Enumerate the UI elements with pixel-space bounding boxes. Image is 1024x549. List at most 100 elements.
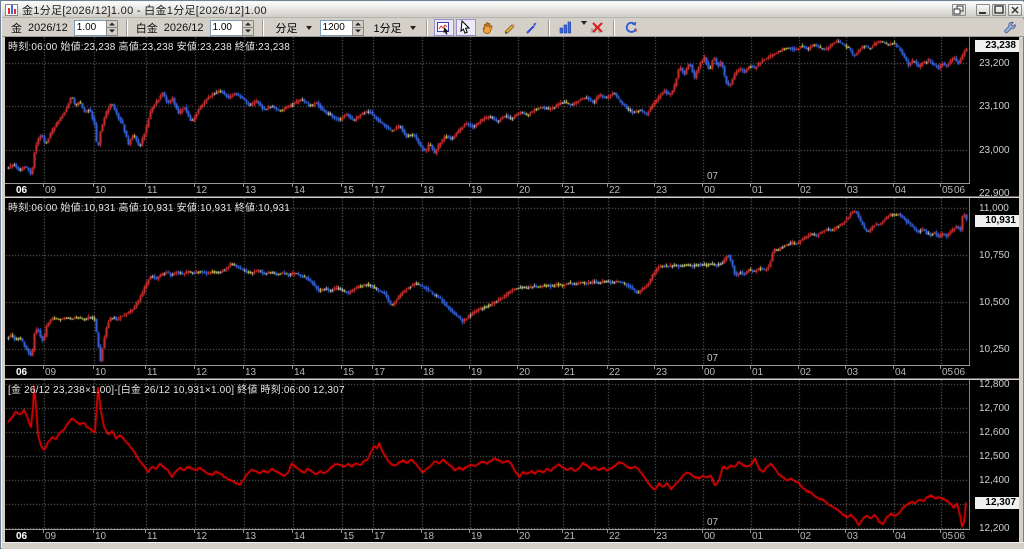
time-tick	[893, 366, 894, 369]
bar-style-button[interactable]	[556, 19, 576, 36]
time-tick	[341, 366, 342, 369]
title-bar[interactable]: 金1分足[2026/12]1.00 - 白金1分足[2026/12]1.00	[2, 2, 1024, 18]
time-tick-label: 14	[294, 367, 305, 378]
time-tick	[292, 184, 293, 187]
price-tick-label: 11,000	[979, 203, 1009, 214]
time-tick-label: 10	[95, 367, 106, 378]
time-tick-label: 01	[752, 531, 763, 542]
time-tick-label: 21	[564, 531, 575, 542]
maximize-button[interactable]	[992, 4, 1006, 16]
time-tick-label: 11	[147, 367, 157, 378]
price-tick-label: 10,250	[979, 344, 1010, 355]
window-bottom-edge[interactable]	[2, 542, 1024, 549]
time-tick	[702, 530, 703, 533]
time-tick	[798, 530, 799, 533]
instrument2-multiplier-spinbox	[210, 20, 254, 36]
time-tick-label: 09	[45, 531, 56, 542]
time-tick-label: 06	[16, 531, 27, 542]
time-tick	[845, 366, 846, 369]
spin-down-button[interactable]	[106, 27, 118, 36]
time-tick-label: 19	[471, 531, 482, 542]
time-tick-label: 00	[704, 185, 715, 196]
pan-tool-button[interactable]	[478, 19, 498, 36]
instrument2-multiplier-input[interactable]	[210, 20, 242, 36]
time-tick	[517, 366, 518, 369]
time-tick-label: 20	[519, 531, 530, 542]
time-tick-label: 06	[16, 367, 27, 378]
app-icon	[5, 4, 18, 16]
time-tick	[469, 184, 470, 187]
time-tick	[43, 530, 44, 533]
platinum-1min-chart-canvas[interactable]	[6, 198, 969, 365]
time-tick	[194, 366, 195, 369]
time-tick-label: 00	[704, 531, 715, 542]
time-tick-label: 04	[895, 531, 906, 542]
time-tick	[517, 184, 518, 187]
bar-count-input[interactable]	[320, 20, 352, 36]
time-tick	[654, 366, 655, 369]
time-tick	[469, 366, 470, 369]
crosshair-mode-button[interactable]	[434, 19, 454, 36]
gold-1min-price-axis: 23,20023,10023,00022,90023,238	[971, 37, 1019, 198]
date-change-label: 07	[707, 171, 718, 182]
time-tick-label: 23	[656, 367, 667, 378]
time-tick	[43, 184, 44, 187]
time-tick	[372, 184, 373, 187]
price-tick-label: 12,400	[979, 475, 1010, 486]
spread-gold-platinum-chart-canvas[interactable]	[6, 380, 969, 529]
toolbar-separator	[262, 20, 264, 36]
time-tick	[607, 530, 608, 533]
toolbar-separator	[126, 20, 128, 36]
restore-window-button[interactable]	[952, 4, 966, 16]
time-tick	[893, 530, 894, 533]
time-tick-label: 15	[343, 367, 354, 378]
spin-down-button[interactable]	[352, 27, 364, 36]
price-tick-label: 23,000	[979, 145, 1010, 156]
hand-icon	[480, 20, 495, 35]
brush-tool-button[interactable]	[522, 19, 542, 36]
close-button[interactable]	[1008, 4, 1022, 16]
time-tick	[607, 366, 608, 369]
instrument1-multiplier-input[interactable]	[74, 20, 106, 36]
time-tick-label: 14	[294, 185, 305, 196]
time-tick	[372, 530, 373, 533]
time-tick	[292, 530, 293, 533]
time-tick-label: 20	[519, 185, 530, 196]
time-tick	[43, 366, 44, 369]
spin-up-button[interactable]	[106, 20, 118, 28]
time-tick	[421, 366, 422, 369]
restore-icon	[953, 5, 965, 16]
bar-style-dropdown[interactable]	[577, 19, 586, 36]
pointer-tool-button[interactable]	[456, 19, 476, 36]
time-tick-label: 05	[942, 185, 953, 196]
spread-gold-platinum-last-price-box: 12,307	[975, 497, 1019, 509]
time-tick-label: 13	[245, 185, 256, 196]
time-tick-label: 17	[374, 531, 385, 542]
spin-down-button[interactable]	[242, 27, 254, 36]
platinum-1min-header: 時刻:06:00 始値:10,931 高値:10,931 安値:10,931 終…	[8, 199, 290, 214]
interval-select[interactable]: 1分足	[369, 18, 419, 38]
pencil-tool-button[interactable]	[500, 19, 520, 36]
minimize-button[interactable]	[976, 4, 990, 16]
time-tick	[893, 184, 894, 187]
time-tick-label: 04	[895, 367, 906, 378]
time-tick	[145, 366, 146, 369]
refresh-button[interactable]	[621, 19, 641, 36]
delete-chart-button[interactable]	[587, 19, 607, 36]
platinum-1min-price-axis: 11,00010,75010,50010,25010,931	[971, 198, 1019, 380]
time-tick	[750, 530, 751, 533]
time-tick	[562, 184, 563, 187]
time-tick	[702, 184, 703, 187]
time-tick	[145, 184, 146, 187]
time-tick-label: 11	[147, 531, 157, 542]
time-tick-label: 13	[245, 531, 256, 542]
spin-up-button[interactable]	[242, 20, 254, 28]
refresh-icon	[623, 20, 638, 35]
time-tick-label: 06	[954, 185, 965, 196]
wrench-icon[interactable]	[1002, 20, 1018, 36]
brush-icon	[524, 20, 539, 35]
gold-1min-chart-canvas[interactable]	[6, 37, 969, 183]
period-type-select[interactable]: 分足	[271, 18, 315, 38]
time-tick-label: 05	[942, 367, 953, 378]
spin-up-button[interactable]	[352, 20, 364, 28]
